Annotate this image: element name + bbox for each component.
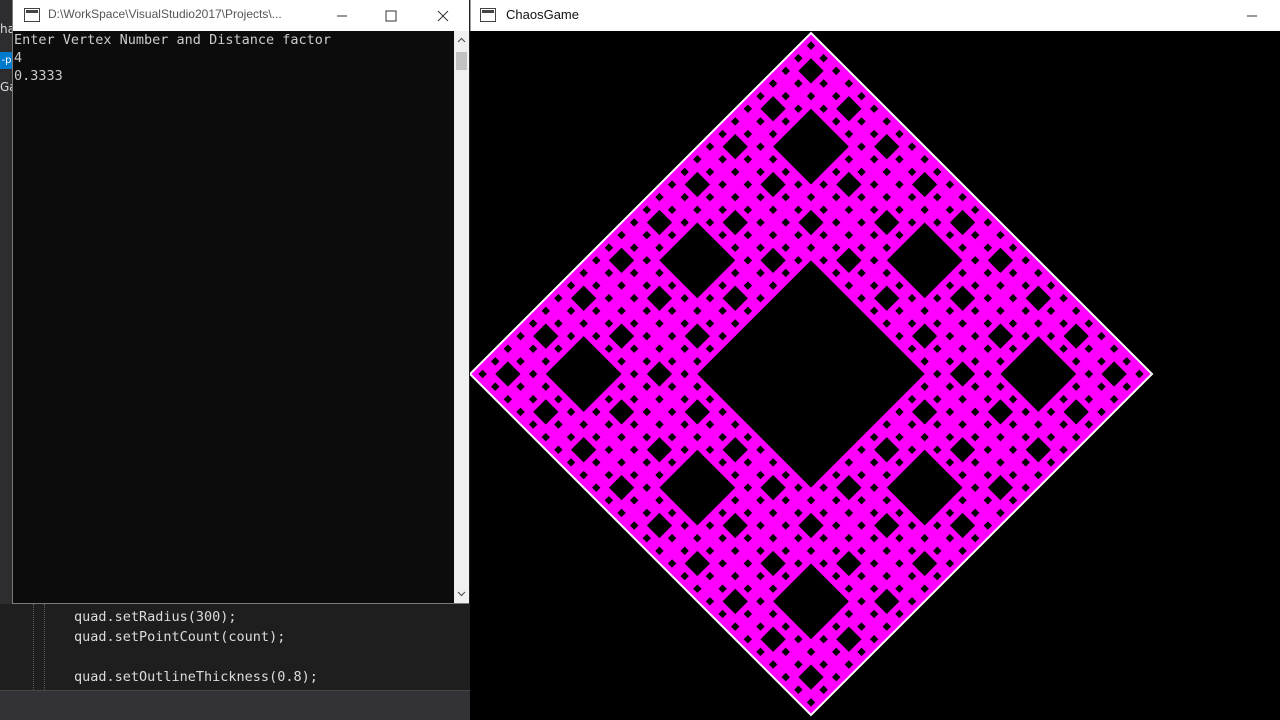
chaosgame-window[interactable]: ChaosGame bbox=[470, 0, 1280, 720]
console-window-title: D:\WorkSpace\VisualStudio2017\Projects\.… bbox=[48, 7, 282, 21]
maximize-button[interactable] bbox=[368, 0, 414, 31]
chaosgame-titlebar[interactable]: ChaosGame bbox=[470, 0, 1280, 31]
console-window[interactable]: D:\WorkSpace\VisualStudio2017\Projects\.… bbox=[12, 0, 469, 604]
chaosgame-window-title: ChaosGame bbox=[506, 7, 579, 22]
console-scrollbar[interactable] bbox=[454, 31, 469, 603]
sierpinski-carpet-fractal bbox=[470, 31, 1154, 717]
chaosgame-app-icon bbox=[480, 8, 496, 22]
indent-guide bbox=[44, 604, 45, 690]
console-line: 0.3333 bbox=[14, 68, 63, 84]
console-app-icon bbox=[24, 8, 40, 22]
close-icon bbox=[437, 10, 449, 21]
close-button[interactable] bbox=[420, 0, 466, 31]
console-titlebar[interactable]: D:\WorkSpace\VisualStudio2017\Projects\.… bbox=[13, 0, 469, 31]
console-line: Enter Vertex Number and Distance factor bbox=[14, 32, 331, 48]
scroll-down-icon[interactable] bbox=[457, 589, 466, 598]
minimize-icon bbox=[337, 15, 347, 16]
code-line[interactable]: quad.setPointCount(count); bbox=[74, 629, 285, 645]
indent-guide bbox=[33, 604, 34, 690]
editor-statusbar bbox=[0, 690, 470, 720]
console-line: 4 bbox=[14, 50, 23, 66]
minimize-button[interactable] bbox=[1229, 0, 1275, 31]
minimize-icon bbox=[1247, 15, 1257, 16]
scroll-up-icon[interactable] bbox=[457, 36, 466, 45]
code-line[interactable]: quad.setOutlineThickness(0.8); bbox=[74, 669, 318, 685]
scroll-thumb[interactable] bbox=[456, 52, 467, 70]
fractal-canvas[interactable] bbox=[470, 31, 1280, 720]
console-output[interactable]: Enter Vertex Number and Distance factor … bbox=[13, 31, 454, 603]
code-line[interactable]: quad.setRadius(300); bbox=[74, 609, 237, 625]
minimize-button[interactable] bbox=[319, 0, 365, 31]
maximize-icon bbox=[385, 10, 397, 21]
